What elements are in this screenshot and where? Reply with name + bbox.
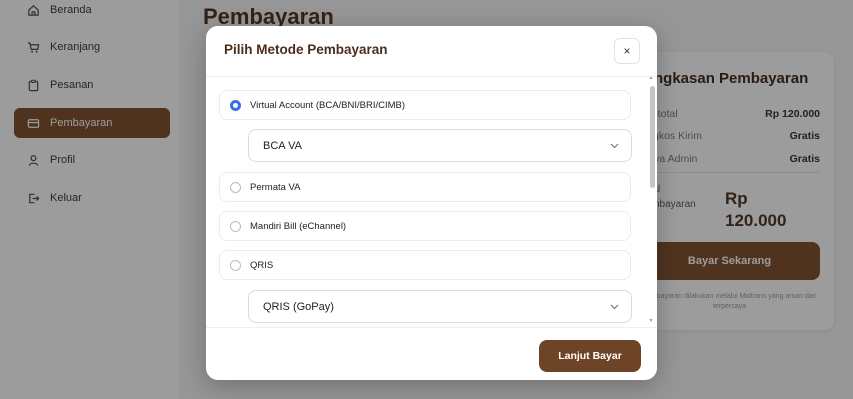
va-bank-select[interactable]: BCA VA [248, 129, 632, 162]
radio-permata-va[interactable] [230, 181, 241, 193]
continue-payment-button[interactable]: Lanjut Bayar [539, 340, 641, 372]
radio-virtual-account[interactable] [230, 99, 241, 111]
option-qris[interactable]: QRIS [219, 250, 631, 280]
payment-method-modal: Pilih Metode Pembayaran × Virtual Accoun… [206, 26, 657, 380]
chevron-down-icon [609, 141, 619, 151]
close-icon: × [623, 44, 631, 58]
option-label: Mandiri Bill (eChannel) [250, 220, 347, 232]
select-value: BCA VA [263, 139, 302, 152]
modal-header: Pilih Metode Pembayaran × [206, 26, 657, 76]
modal-footer-divider [206, 327, 657, 328]
scrollbar-thumb[interactable] [650, 86, 655, 188]
payment-options-list[interactable]: Virtual Account (BCA/BNI/BRI/CIMB) BCA V… [206, 77, 657, 327]
radio-qris[interactable] [230, 259, 241, 271]
modal-title: Pilih Metode Pembayaran [224, 42, 388, 57]
option-permata-va[interactable]: Permata VA [219, 172, 631, 202]
radio-mandiri-bill[interactable] [230, 220, 241, 232]
close-button[interactable]: × [614, 38, 640, 64]
option-virtual-account[interactable]: Virtual Account (BCA/BNI/BRI/CIMB) [219, 90, 631, 120]
select-value: QRIS (GoPay) [263, 300, 334, 313]
option-mandiri-bill[interactable]: Mandiri Bill (eChannel) [219, 211, 631, 241]
option-label: Permata VA [250, 181, 301, 193]
option-label: QRIS [250, 259, 274, 271]
chevron-down-icon [609, 302, 619, 312]
qris-provider-select[interactable]: QRIS (GoPay) [248, 290, 632, 323]
option-label: Virtual Account (BCA/BNI/BRI/CIMB) [250, 99, 406, 111]
scroll-up-arrow-icon[interactable]: ▲ [648, 75, 654, 81]
scroll-down-arrow-icon[interactable]: ▼ [648, 318, 654, 324]
